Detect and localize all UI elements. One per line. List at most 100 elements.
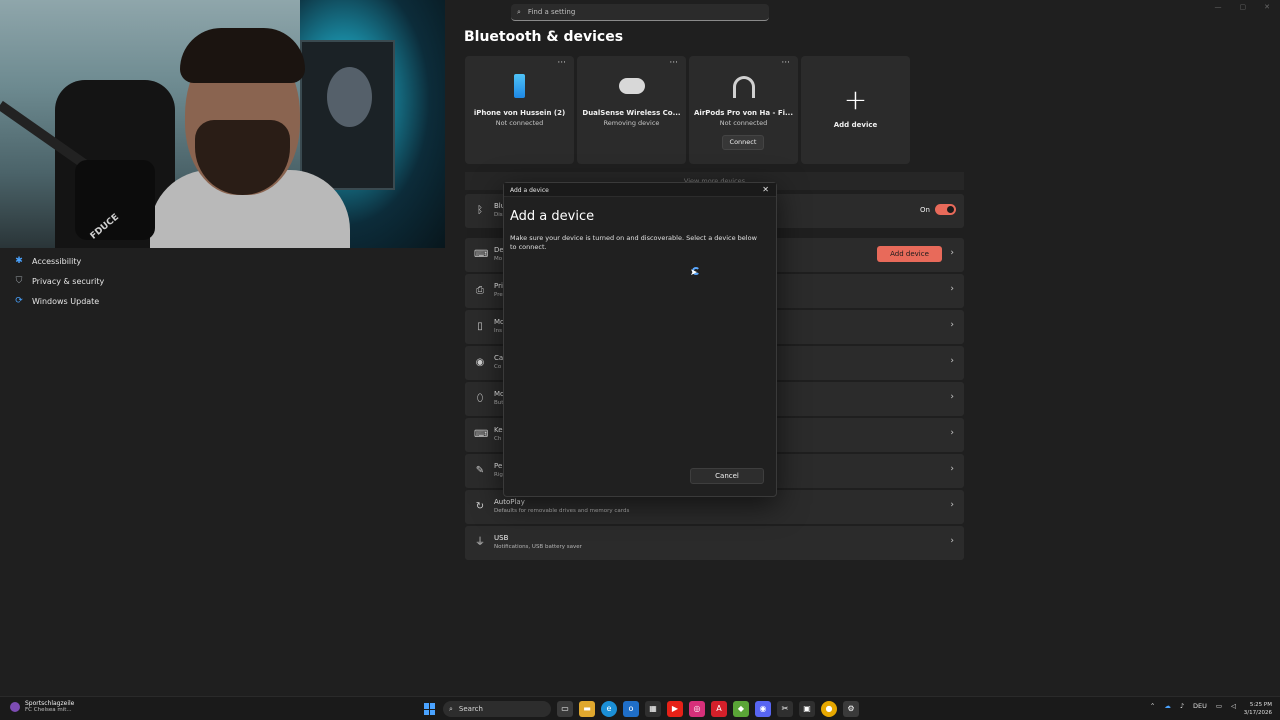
chevron-right-icon: › — [950, 428, 954, 438]
row-subtitle: Ins — [494, 328, 502, 334]
calendar-icon[interactable]: ▦ — [645, 701, 661, 717]
edge-icon[interactable]: e — [601, 701, 617, 717]
connect-button[interactable]: Connect — [722, 135, 764, 150]
search-input[interactable]: ⌕ Find a setting — [511, 4, 769, 21]
nvidia-icon[interactable]: ◆ — [733, 701, 749, 717]
add-device-dialog: Add a device ✕ Add a device Make sure yo… — [503, 182, 777, 497]
pen-icon: ✎ — [475, 465, 485, 476]
sidebar-item-windows-update[interactable]: ⟳ Windows Update — [14, 296, 99, 306]
device-card-iphone[interactable]: ··· iPhone von Hussein (2) Not connected — [465, 56, 574, 164]
gamepad-icon — [618, 78, 645, 94]
task-view-icon[interactable]: ▭ — [557, 701, 573, 717]
cloud-icon[interactable]: ☁ — [1164, 702, 1171, 710]
window-controls: — ▢ ✕ — [1215, 3, 1271, 11]
sidebar-item-label: Accessibility — [32, 256, 82, 266]
news-icon — [10, 702, 20, 712]
taskbar-apps: ▭ ▬ e o ▦ ▶ ◎ A ◆ ◉ ✂ ▣ ● ⚙ — [557, 701, 859, 717]
close-window-icon[interactable]: ✕ — [1264, 3, 1270, 11]
search-icon: ⌕ — [517, 7, 521, 16]
minimize-icon[interactable]: — — [1215, 3, 1222, 11]
add-device-button[interactable]: Add device — [877, 246, 942, 262]
page-title: Bluetooth & devices — [464, 29, 624, 45]
row-usb[interactable]: ⏚ USB Notifications, USB battery saver › — [465, 526, 964, 560]
bluetooth-icon: ᛒ — [477, 205, 483, 216]
device-status: Not connected — [495, 119, 544, 127]
accessibility-icon: ✱ — [15, 256, 23, 266]
news-widget[interactable]: Sportschlagzeile FC Chelsea mit... — [10, 700, 74, 714]
person-hair — [180, 28, 305, 83]
sidebar-item-accessibility[interactable]: ✱ Accessibility — [14, 256, 81, 266]
chevron-right-icon: › — [950, 248, 954, 258]
device-card-dualsense[interactable]: ··· DualSense Wireless Co... Removing de… — [577, 56, 686, 164]
chevron-right-icon: › — [950, 392, 954, 402]
row-title: USB — [494, 534, 509, 542]
row-subtitle: Pre — [494, 292, 503, 298]
file-explorer-icon[interactable]: ▬ — [579, 701, 595, 717]
clock[interactable]: 5:25 PM 3/17/2026 — [1244, 701, 1272, 717]
clock-time: 5:25 PM — [1249, 702, 1272, 708]
shield-icon: ⛉ — [15, 276, 23, 286]
device-name: AirPods Pro von Ha - Fi... — [694, 109, 793, 117]
start-button[interactable] — [424, 703, 436, 715]
camera-icon: ◉ — [475, 357, 485, 368]
taskbar-search[interactable]: ⌕ Search — [443, 701, 551, 717]
more-options-icon[interactable]: ··· — [557, 58, 566, 68]
taskbar: Sportschlagzeile FC Chelsea mit... ⌕ Sea… — [0, 696, 1280, 720]
chevron-right-icon: › — [950, 356, 954, 366]
dialog-titlebar: Add a device ✕ — [504, 183, 776, 197]
row-title: AutoPlay — [494, 498, 525, 506]
plus-icon: + — [843, 83, 868, 116]
toggle-state-label: On — [920, 206, 930, 214]
news-subtitle: FC Chelsea mit... — [25, 707, 72, 713]
chevron-right-icon: › — [950, 464, 954, 474]
row-subtitle: Dis — [494, 212, 503, 218]
media-icon[interactable]: ▣ — [799, 701, 815, 717]
chrome-icon[interactable]: ● — [821, 701, 837, 717]
youtube-icon[interactable]: ▶ — [667, 701, 683, 717]
outlook-icon[interactable]: o — [623, 701, 639, 717]
microphone — [75, 160, 155, 240]
row-subtitle: But — [494, 400, 504, 406]
headphones-icon — [732, 76, 755, 98]
sidebar-item-label: Privacy & security — [32, 276, 105, 286]
keyboard-icon: ⌨ — [474, 429, 489, 440]
phone-icon — [514, 74, 525, 98]
maximize-icon[interactable]: ▢ — [1240, 3, 1247, 11]
display-icon[interactable]: ▭ — [1216, 702, 1222, 710]
add-device-card[interactable]: + Add device — [801, 56, 910, 164]
row-subtitle: Notifications, USB battery saver — [494, 544, 582, 550]
dialog-description: Make sure your device is turned on and d… — [510, 234, 757, 251]
mouse-icon: ⬯ — [476, 393, 484, 404]
adobe-icon[interactable]: A — [711, 701, 727, 717]
discord-icon[interactable]: ◉ — [755, 701, 771, 717]
phone-link-icon: ▯ — [477, 321, 483, 332]
chevron-up-icon[interactable]: ⌃ — [1150, 702, 1155, 710]
instagram-icon[interactable]: ◎ — [689, 701, 705, 717]
microphone-icon[interactable]: ♪ — [1180, 702, 1184, 710]
poster-face — [327, 67, 372, 127]
webcam-overlay: FDUCE — [0, 0, 445, 248]
volume-icon[interactable]: ◁ — [1231, 702, 1236, 710]
row-title: Pri — [494, 282, 503, 290]
system-tray: ⌃ ☁ ♪ DEU ▭ ◁ — [1150, 702, 1236, 710]
cancel-button[interactable]: Cancel — [690, 468, 764, 484]
dialog-heading: Add a device — [510, 209, 595, 224]
row-subtitle: Mo — [494, 256, 503, 262]
device-card-airpods[interactable]: ··· AirPods Pro von Ha - Fi... Not conne… — [689, 56, 798, 164]
sidebar-item-privacy[interactable]: ⛉ Privacy & security — [14, 276, 105, 286]
language-indicator[interactable]: DEU — [1193, 702, 1207, 710]
search-placeholder: Find a setting — [527, 8, 576, 16]
device-status: Not connected — [719, 119, 768, 127]
settings-gear-icon[interactable]: ⚙ — [843, 701, 859, 717]
update-icon: ⟳ — [15, 296, 23, 306]
row-subtitle: Ch — [494, 436, 502, 442]
more-options-icon[interactable]: ··· — [781, 58, 790, 68]
taskbar-search-label: Search — [458, 705, 483, 713]
add-device-label: Add device — [833, 121, 878, 129]
dialog-window-title: Add a device — [510, 187, 549, 194]
more-options-icon[interactable]: ··· — [669, 58, 678, 68]
mouse-cursor-icon: ➤ — [690, 268, 698, 278]
bluetooth-toggle[interactable] — [935, 204, 956, 215]
capcut-icon[interactable]: ✂ — [777, 701, 793, 717]
close-icon[interactable]: ✕ — [762, 185, 769, 194]
